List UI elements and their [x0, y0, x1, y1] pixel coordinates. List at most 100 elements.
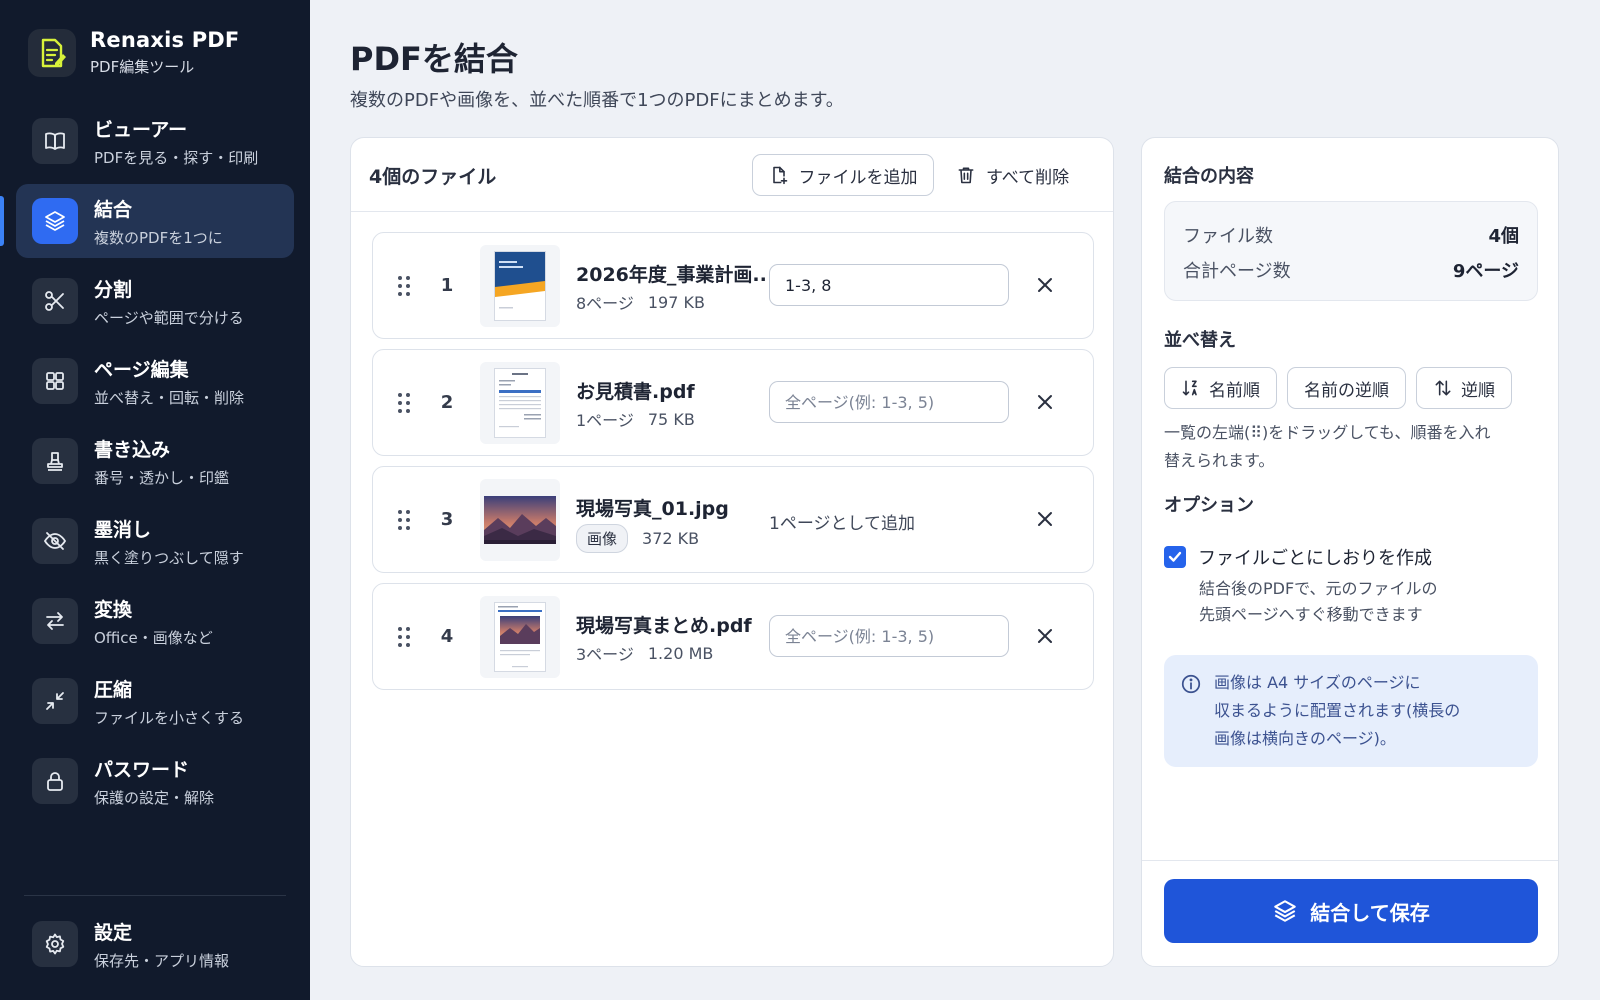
page-range-input[interactable]	[769, 615, 1009, 657]
sidebar-item-label: ビューアー	[94, 118, 188, 141]
info-icon	[1181, 674, 1201, 694]
scissors-icon	[32, 278, 78, 324]
stat-value: 9ページ	[1452, 261, 1519, 282]
trash-icon	[958, 167, 974, 184]
book-icon	[32, 118, 78, 164]
compress-icon	[32, 678, 78, 724]
panel-divider	[1142, 860, 1558, 861]
file-page-count: 3ページ	[576, 645, 634, 664]
brand: Renaxis PDF PDF編集ツール	[28, 28, 239, 77]
stat-file-count: ファイル数 4個	[1183, 222, 1519, 248]
file-row[interactable]: 3 現場写真_01.jpg 画像 372 KB 1ページとして追加	[372, 466, 1094, 573]
file-thumbnail	[480, 479, 560, 561]
file-page-count: 8ページ	[576, 294, 634, 313]
close-icon	[1038, 278, 1052, 292]
sort-ascending-icon	[1182, 380, 1197, 396]
sidebar-item-desc: 保存先・アプリ情報	[94, 951, 230, 970]
drag-handle-icon[interactable]	[397, 392, 411, 414]
grid-icon	[32, 358, 78, 404]
sidebar-item-label: ページ編集	[94, 358, 189, 381]
sort-by-name-button[interactable]: 名前順	[1164, 367, 1277, 409]
sort-by-name-reverse-button[interactable]: 名前の逆順	[1287, 367, 1406, 409]
sidebar-item-viewer[interactable]: ビューアー PDFを見る・探す・印刷	[16, 104, 294, 178]
stamp-icon	[32, 438, 78, 484]
merge-summary-panel: 結合の内容 ファイル数 4個 合計ページ数 9ページ 並べ替え 名前順 名前の逆…	[1141, 137, 1559, 967]
drag-handle-icon[interactable]	[397, 509, 411, 531]
stat-label: 合計ページ数	[1183, 261, 1291, 282]
layers-icon	[1274, 900, 1297, 922]
file-size: 75 KB	[647, 409, 695, 429]
file-meta: 1ページ 75 KB	[576, 407, 695, 431]
sort-hint: 一覧の左端(⠿)をドラッグしても、順番を入れ替えられます。	[1164, 423, 1491, 470]
close-icon	[1038, 395, 1052, 409]
file-row[interactable]: 2 お見積書.pdf 1ページ 75 KB 全ページ(例: 1-3, 5)	[372, 349, 1094, 456]
sidebar-item-label: 圧縮	[94, 678, 133, 701]
sidebar-item-desc: ページや範囲で分ける	[94, 308, 244, 327]
file-size: 372 KB	[642, 529, 700, 548]
pdf-edit-icon	[28, 28, 76, 77]
bookmark-option[interactable]: ファイルごとにしおりを作成	[1164, 544, 1432, 570]
file-list-header: 4個のファイル ファイルを追加 すべて削除	[351, 138, 1113, 212]
sidebar-item-redact[interactable]: 墨消し 黒く塗りつぶして隠す	[16, 504, 294, 578]
remove-file-button[interactable]	[1033, 624, 1057, 648]
remove-file-button[interactable]	[1033, 507, 1057, 531]
sidebar-item-split[interactable]: 分割 ページや範囲で分ける	[16, 264, 294, 338]
sort-by-name-label: 名前順	[1209, 380, 1260, 401]
options-title: オプション	[1164, 495, 1254, 516]
sort-by-name-reverse-label: 名前の逆順	[1304, 380, 1389, 401]
file-meta: 8ページ 197 KB	[576, 290, 705, 314]
add-file-button[interactable]: ファイルを追加	[752, 154, 934, 196]
reverse-order-button[interactable]: 逆順	[1416, 367, 1512, 409]
sidebar-item-annotate[interactable]: 書き込み 番号・透かし・印鑑	[16, 424, 294, 498]
drag-handle-icon[interactable]	[397, 626, 411, 648]
sidebar-item-desc: ファイルを小さくする	[94, 708, 245, 727]
bookmark-checkbox[interactable]	[1164, 546, 1186, 568]
file-name: 現場写真まとめ.pdf	[576, 615, 752, 637]
file-thumbnail	[480, 596, 560, 678]
file-row[interactable]: 4 現場写真まとめ.pdf 3ページ 1.20 MB 全ページ(例: 1-3, …	[372, 583, 1094, 690]
remove-file-button[interactable]	[1033, 273, 1057, 297]
page-range-input[interactable]	[769, 381, 1009, 423]
info-line: 収まるように配置されます(横長の	[1214, 701, 1461, 720]
sidebar-item-desc: PDFを見る・探す・印刷	[94, 148, 259, 167]
app-name: Renaxis PDF	[90, 28, 240, 52]
close-icon	[1038, 512, 1052, 526]
add-file-label: ファイルを追加	[798, 167, 918, 188]
file-meta: 3ページ 1.20 MB	[576, 641, 713, 665]
info-line: 画像は A4 サイズのページに	[1214, 673, 1421, 692]
layers-icon	[32, 198, 78, 244]
sidebar-item-merge[interactable]: 結合 複数のPDFを1つに	[0, 184, 294, 258]
sidebar: Renaxis PDF PDF編集ツール ビューアー PDFを見る・探す・印刷	[0, 0, 310, 1000]
file-order-number: 1	[440, 275, 454, 296]
sidebar-item-page-edit[interactable]: ページ編集 並べ替え・回転・削除	[16, 344, 294, 418]
clear-all-button[interactable]: すべて削除	[956, 154, 1096, 196]
eye-off-icon	[32, 518, 78, 564]
sidebar-item-convert[interactable]: 変換 Office・画像など	[16, 584, 294, 658]
sidebar-item-label: 結合	[94, 198, 133, 221]
file-add-icon	[772, 166, 787, 185]
file-row[interactable]: 1 2026年度_事業計画... 8ページ 197 KB	[372, 232, 1094, 339]
sidebar-item-compress[interactable]: 圧縮 ファイルを小さくする	[16, 664, 294, 738]
sidebar-divider	[24, 895, 286, 896]
bookmark-desc-line: 結合後のPDFで、元のファイルの	[1199, 579, 1438, 598]
gear-icon	[32, 921, 78, 967]
file-name: お見積書.pdf	[576, 381, 695, 403]
file-type-badge: 画像	[576, 524, 629, 553]
stat-label: ファイル数	[1183, 226, 1273, 247]
page-range-input[interactable]	[769, 264, 1009, 306]
stat-value: 4個	[1488, 226, 1519, 247]
drag-handle-icon[interactable]	[397, 275, 411, 297]
remove-file-button[interactable]	[1033, 390, 1057, 414]
sidebar-item-password[interactable]: パスワード 保護の設定・解除	[16, 744, 294, 818]
image-info-box: 画像は A4 サイズのページに 収まるように配置されます(横長の 画像は横向きの…	[1164, 655, 1538, 767]
sidebar-item-settings[interactable]: 設定 保存先・アプリ情報	[16, 907, 294, 981]
file-meta: 画像 372 KB	[576, 524, 699, 553]
page-title: PDFを結合	[350, 40, 518, 78]
reverse-order-label: 逆順	[1461, 380, 1495, 401]
sidebar-item-label: パスワード	[94, 758, 190, 781]
merge-and-save-button[interactable]: 結合して保存	[1164, 879, 1538, 943]
file-order-number: 4	[440, 626, 454, 647]
bookmark-option-desc: 結合後のPDFで、元のファイルの 先頭ページへすぐ移動できます	[1199, 576, 1438, 628]
sidebar-item-label: 分割	[94, 278, 133, 301]
sidebar-item-desc: 並べ替え・回転・削除	[94, 388, 245, 407]
